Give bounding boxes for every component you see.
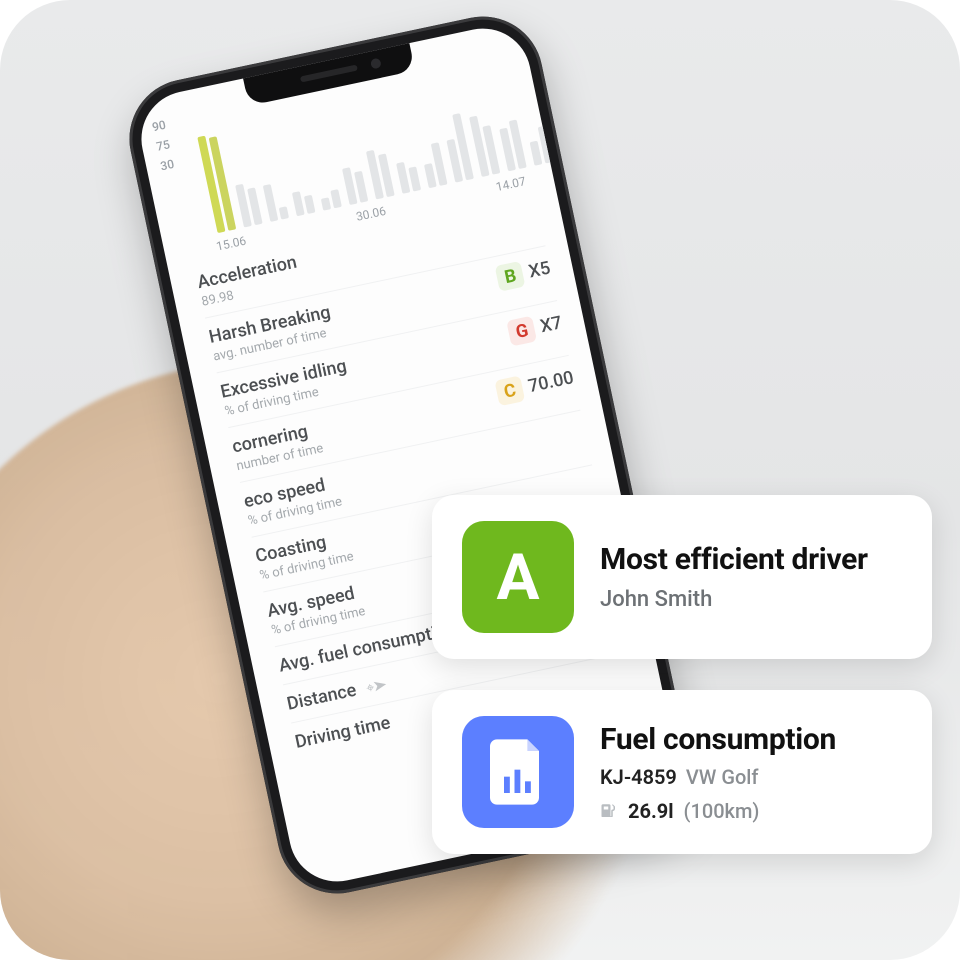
y-tick: 30: [159, 157, 175, 174]
location-icon: ⌖➤: [365, 677, 389, 697]
fuel-per: (100km): [684, 799, 760, 823]
grade-A-badge: A: [462, 521, 574, 633]
vehicle-line: KJ-4859 VW Golf: [600, 765, 836, 789]
card-title: Most efficient driver: [600, 542, 868, 577]
bar-series-b: [408, 166, 421, 192]
bar-group[interactable]: [197, 134, 236, 234]
grade-letter: A: [497, 540, 540, 615]
metric-value: BX5: [495, 255, 553, 292]
card-title: Fuel consumption: [600, 722, 836, 757]
bar-series-b: [555, 79, 579, 158]
bar-series-b: [304, 194, 316, 214]
fuel-pump-icon: [600, 802, 618, 820]
y-tick: 90: [151, 118, 167, 135]
bar-group[interactable]: [441, 113, 474, 183]
card-body: Fuel consumption KJ-4859 VW Golf 26.9l (…: [600, 722, 836, 823]
report-icon-badge: [462, 716, 574, 828]
bar-group[interactable]: [420, 142, 447, 188]
bar-group[interactable]: [498, 120, 527, 172]
driver-name: John Smith: [600, 587, 868, 612]
grade-badge: C: [494, 375, 525, 406]
bar-series-a: [263, 184, 278, 222]
bar-group[interactable]: [235, 182, 262, 228]
card-body: Most efficient driver John Smith: [600, 542, 868, 612]
bar-series-a: [292, 191, 305, 217]
bar-group[interactable]: [396, 160, 421, 194]
bar-series-b: [279, 206, 289, 220]
bar-group[interactable]: [527, 126, 553, 166]
scene: 90 75 30 15.06 30.06 14.07 Acceleration …: [0, 0, 960, 960]
card-fuel-consumption[interactable]: Fuel consumption KJ-4859 VW Golf 26.9l (…: [432, 690, 932, 854]
bar-series-a: [547, 93, 569, 160]
report-document-icon: [490, 739, 546, 805]
bar-group[interactable]: [469, 113, 500, 177]
card-most-efficient-driver[interactable]: A Most efficient driver John Smith: [432, 495, 932, 659]
grade-badge: G: [507, 316, 538, 347]
bar-group[interactable]: [319, 189, 341, 211]
chart-y-axis: 90 75 30: [151, 118, 176, 174]
x-tick: 30.06: [355, 204, 387, 224]
bar-group[interactable]: [292, 188, 316, 216]
bar-group[interactable]: [342, 165, 368, 205]
y-tick: 75: [155, 137, 171, 154]
bar-series-b: [330, 189, 342, 209]
bar-group[interactable]: [263, 182, 289, 222]
bar-series-a: [321, 197, 331, 211]
plate: KJ-4859: [600, 765, 677, 789]
fuel-line: 26.9l (100km): [600, 799, 836, 823]
bar-group[interactable]: [544, 79, 579, 161]
vehicle-model: VW Golf: [686, 765, 759, 789]
x-tick: 15.06: [215, 234, 247, 254]
x-tick: 14.07: [495, 174, 527, 194]
fuel-amount: 26.9l: [628, 799, 674, 823]
metrics-list: Acceleration 89.98 Harsh Breaking avg. n…: [195, 200, 639, 760]
metric-value: GX7: [507, 310, 565, 347]
bar-group[interactable]: [366, 148, 395, 200]
grade-badge: B: [495, 261, 526, 292]
metric-value: C70.00: [494, 365, 576, 407]
bar-series-a: [396, 162, 410, 194]
